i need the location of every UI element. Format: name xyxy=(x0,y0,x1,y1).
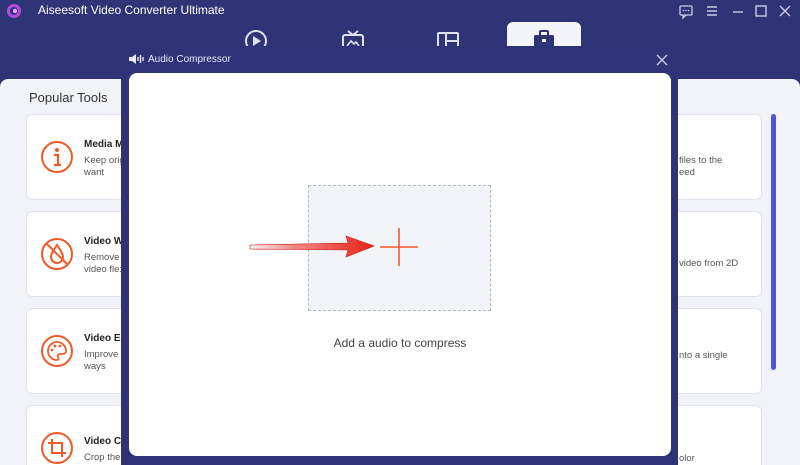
tool-desc-4: Crop the xyxy=(84,452,121,463)
tool-desc-right-2: video from 2D xyxy=(679,258,739,269)
title-bar: Aiseesoft Video Converter Ultimate xyxy=(0,0,800,22)
audio-icon xyxy=(129,54,144,64)
feedback-icon[interactable] xyxy=(677,2,695,20)
scrollbar[interactable] xyxy=(771,114,776,370)
close-window-icon[interactable] xyxy=(776,2,794,20)
minimize-icon[interactable] xyxy=(729,2,747,20)
app-title: Aiseesoft Video Converter Ultimate xyxy=(38,3,225,17)
add-plus-icon[interactable] xyxy=(380,228,418,266)
tool-name-3: Video E xyxy=(84,333,121,344)
popular-tools-title: Popular Tools xyxy=(29,90,108,105)
dialog-title: Audio Compressor xyxy=(148,54,231,65)
crop-icon xyxy=(41,432,73,464)
info-icon xyxy=(41,141,73,173)
tool-desc-1: Keep origi want xyxy=(84,155,124,178)
tool-name-1: Media M xyxy=(84,139,124,150)
tool-desc-3: Improve ways xyxy=(84,349,119,372)
app-logo-icon xyxy=(7,4,21,18)
maximize-icon[interactable] xyxy=(752,2,770,20)
watermark-remover-icon xyxy=(41,238,73,270)
tool-desc-right-1: files to the eed xyxy=(679,155,723,178)
tab-toolbox[interactable] xyxy=(507,22,581,48)
tool-name-4: Video C xyxy=(84,436,122,447)
menu-icon[interactable] xyxy=(703,2,721,20)
tool-desc-right-3: nto a single xyxy=(679,350,728,361)
tool-desc-2: Remove video fle: xyxy=(84,252,123,275)
drop-zone-label: Add a audio to compress xyxy=(333,336,467,350)
tool-name-2: Video W xyxy=(84,236,124,247)
palette-icon xyxy=(41,335,73,367)
arrow-annotation-icon xyxy=(249,235,375,258)
close-icon[interactable] xyxy=(654,52,670,68)
tool-desc-right-4: olor xyxy=(679,453,695,464)
